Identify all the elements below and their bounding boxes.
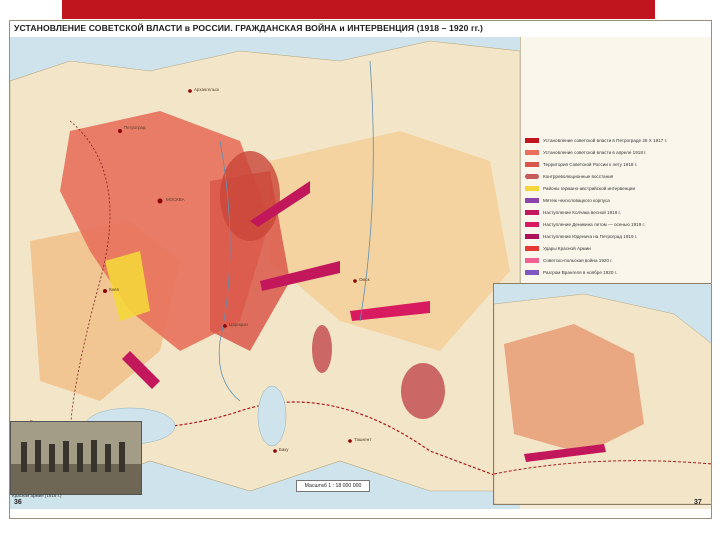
legend-swatch: [525, 222, 539, 227]
caspian-sea: [257, 385, 287, 447]
legend-swatch: [525, 270, 539, 275]
legend-item: Наступление Колчака весной 1919 г.: [525, 209, 705, 217]
page-number-right: 37: [694, 499, 702, 506]
city-label-tsaritsyn: Царицын: [229, 322, 248, 327]
inset-map-svg: [493, 284, 711, 505]
city-label-baku: Баку: [279, 447, 289, 452]
legend-text: Районы германо-австрийской интервенции: [543, 186, 636, 191]
legend-text: Территория Советской России к лету 1918 …: [543, 162, 638, 167]
legend-swatch: [525, 162, 539, 167]
city-moscow-marker: [157, 198, 163, 204]
legend-text: Разгром Врангеля в ноябре 1920 г.: [543, 270, 618, 275]
city-omsk-marker: [353, 279, 357, 283]
city-arkhangelsk-marker: [188, 89, 192, 93]
legend-swatch: [525, 234, 539, 239]
photo-caption: Красная армия (1918 г.): [12, 493, 62, 498]
legend-item: Наступление Юденича на Петроград 1919 г.: [525, 233, 705, 241]
city-label-moscow: МОСКВА: [166, 197, 185, 202]
uprising-area-2: [401, 363, 445, 419]
red-banner: [62, 0, 655, 19]
city-tsaritsyn-marker: [223, 324, 227, 328]
map-legend: Установление советской власти в Петрогра…: [520, 37, 711, 299]
legend-text: Контрреволюционные восстания: [543, 174, 614, 179]
legend-text: Советско-польская война 1920 г.: [543, 258, 613, 263]
legend-swatch: [525, 246, 539, 251]
legend-text: Установление советской власти в апреле 1…: [543, 150, 647, 155]
uprising-area-3: [220, 151, 280, 241]
legend-item: Наступление Деникина летом — осенью 1919…: [525, 221, 705, 229]
city-baku-marker: [273, 449, 277, 453]
city-petrograd-marker: [118, 129, 122, 133]
legend-swatch: [525, 210, 539, 215]
footer-strip: [10, 509, 711, 518]
legend-text: Наступление Деникина летом — осенью 1919…: [543, 222, 645, 227]
legend-swatch: [525, 198, 539, 203]
uprising-area: [312, 325, 332, 373]
map-scale: Масштаб 1 : 18 000 000: [296, 480, 370, 492]
legend-item: Контрреволюционные восстания: [525, 173, 705, 181]
page-number-left: 36: [14, 499, 22, 506]
historical-photo: [10, 421, 142, 495]
legend-swatch: [525, 150, 539, 155]
legend-item: Разгром Врангеля в ноябре 1920 г.: [525, 269, 705, 277]
legend-text: Мятеж чехословацкого корпуса: [543, 198, 610, 203]
inset-map-far-east: [493, 283, 711, 505]
city-kiev-marker: [103, 289, 107, 293]
legend-swatch: [525, 174, 539, 179]
legend-text: Наступление Юденича на Петроград 1919 г.: [543, 234, 638, 239]
legend-item: Мятеж чехословацкого корпуса: [525, 197, 705, 205]
legend-item: Установление советской власти в Петрогра…: [525, 137, 705, 145]
legend-text: Удары Красной Армии: [543, 246, 591, 251]
legend-item: Установление советской власти в апреле 1…: [525, 149, 705, 157]
legend-swatch: [525, 186, 539, 191]
city-label-kiev: Киев: [109, 287, 119, 292]
legend-item: Районы германо-австрийской интервенции: [525, 185, 705, 193]
legend-swatch: [525, 138, 539, 143]
city-label-tashkent: Ташкент: [354, 437, 372, 442]
legend-text: Наступление Колчака весной 1919 г.: [543, 210, 621, 215]
city-label-arkhangelsk: Архангельск: [194, 87, 220, 92]
photo-illustration: [11, 422, 141, 494]
legend-item: Территория Советской России к лету 1918 …: [525, 161, 705, 169]
city-label-petrograd: Петроград: [124, 125, 146, 130]
legend-item: Советско-польская война 1920 г.: [525, 257, 705, 265]
legend-text: Установление советской власти в Петрогра…: [543, 138, 667, 143]
legend-item: Удары Красной Армии: [525, 245, 705, 253]
city-label-omsk: Омск: [359, 277, 370, 282]
atlas-spread: УСТАНОВЛЕНИЕ СОВЕТСКОЙ ВЛАСТИ в РОССИИ. …: [9, 20, 712, 519]
city-tashkent-marker: [348, 439, 352, 443]
legend-swatch: [525, 258, 539, 263]
